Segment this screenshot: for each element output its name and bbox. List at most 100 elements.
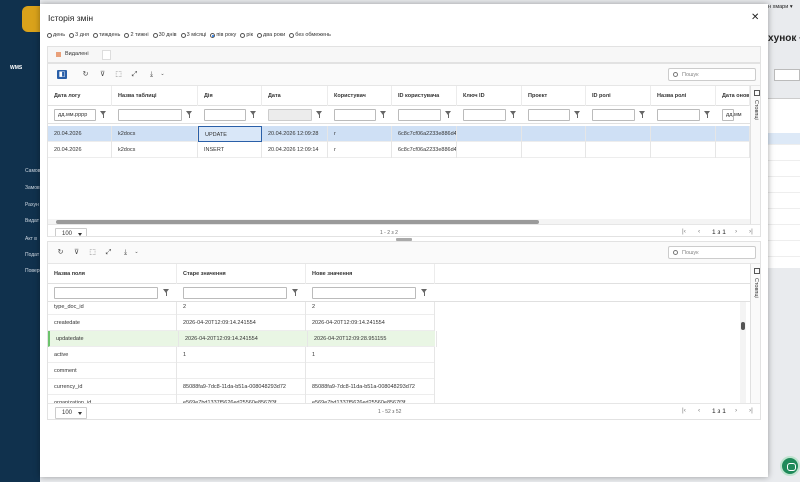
next-page-icon[interactable]: ›	[735, 228, 737, 235]
period-option[interactable]: без обмежень	[289, 32, 331, 38]
table-row[interactable]: updatedate 2026-04-20T12:09:14.241554 2026…	[48, 331, 437, 347]
layout-icon[interactable]: ◧	[57, 70, 67, 79]
period-option[interactable]: 3 дня	[69, 32, 89, 38]
scrollbar-thumb[interactable]	[741, 322, 745, 330]
refresh-icon[interactable]: ↻	[56, 248, 65, 257]
table-row[interactable]: createdate 2026-04-20T12:09:14.241554 2026…	[48, 315, 435, 331]
sidebar-subitem[interactable]: Подат	[25, 252, 40, 258]
table-row[interactable]: active 1 1	[48, 347, 435, 363]
last-page-icon[interactable]: ›|	[749, 228, 753, 235]
filter-icon[interactable]	[421, 289, 428, 296]
clear-filter-icon[interactable]: ⊽	[72, 248, 81, 257]
sidebar-subitem[interactable]: Самов	[25, 168, 40, 174]
column-filter-input[interactable]: дд.мм.рррр	[54, 109, 96, 121]
vertical-scrollbar[interactable]	[740, 302, 746, 403]
radio-button[interactable]	[289, 32, 295, 38]
column-filter-input[interactable]	[268, 109, 312, 121]
sidebar-subitem[interactable]: Видат	[25, 218, 40, 224]
prev-page-icon[interactable]: ‹	[698, 407, 700, 414]
column-filter-input[interactable]	[118, 109, 182, 121]
column-header[interactable]: Ключ ID	[457, 86, 522, 106]
filter-icon[interactable]	[250, 111, 257, 118]
period-option[interactable]: рік	[240, 32, 253, 38]
grid-search-input[interactable]: Пошук	[668, 246, 756, 259]
radio-button[interactable]	[210, 32, 216, 38]
column-header[interactable]: Користувач	[328, 86, 392, 106]
column-header[interactable]: Старе значення	[177, 264, 306, 284]
next-page-icon[interactable]: ›	[735, 407, 737, 414]
filter-icon[interactable]	[445, 111, 452, 118]
filter-icon[interactable]	[510, 111, 517, 118]
filter-icon[interactable]	[163, 289, 170, 296]
filter-icon[interactable]	[574, 111, 581, 118]
export-icon[interactable]: ⤓	[121, 248, 130, 257]
period-option[interactable]: день	[47, 32, 65, 38]
filter-icon[interactable]	[316, 111, 323, 118]
export-icon[interactable]: ⤓	[147, 70, 156, 79]
column-filter-input[interactable]	[183, 287, 287, 299]
column-header[interactable]: Назва поля	[48, 264, 177, 284]
radio-button[interactable]	[180, 32, 186, 38]
period-option[interactable]: два роки	[257, 32, 285, 38]
columns-side-tab[interactable]: Стовпці	[750, 264, 760, 403]
column-filter-input[interactable]	[592, 109, 635, 121]
filter-icon[interactable]	[186, 111, 193, 118]
table-row[interactable]: 20.04.2026 k2docs UPDATE 20.04.2026 12:09:2…	[48, 126, 750, 142]
column-header[interactable]: Дія	[198, 86, 262, 106]
column-filter-input[interactable]	[463, 109, 506, 121]
column-filter-input[interactable]	[54, 287, 158, 299]
sidebar-subitem[interactable]: Акт в	[25, 236, 40, 242]
refresh-icon[interactable]: ↻	[81, 70, 90, 79]
select-area-icon[interactable]: ⬚	[88, 248, 97, 257]
radio-button[interactable]	[257, 32, 262, 38]
deleted-checkbox[interactable]	[56, 52, 61, 57]
column-filter-input[interactable]	[657, 109, 700, 121]
column-header[interactable]: ID користувача	[392, 86, 457, 106]
prev-page-icon[interactable]: ‹	[698, 228, 700, 235]
period-option[interactable]: 30 днів	[152, 32, 177, 38]
grid-search-input[interactable]: Пошук	[668, 68, 756, 81]
column-header[interactable]: Назва таблиці	[112, 86, 198, 106]
period-option[interactable]: 2 тижні	[124, 32, 149, 38]
table-row[interactable]: organization_id e569e7bd1337f5626ed25560e…	[48, 395, 435, 403]
column-header[interactable]: Нове значення	[306, 264, 435, 284]
radio-button[interactable]	[124, 32, 130, 38]
chevron-down-icon[interactable]: ⌄	[132, 248, 141, 257]
filter-icon[interactable]	[100, 111, 107, 118]
filter-toggle-button[interactable]	[102, 50, 111, 60]
column-header[interactable]: Дата онов	[716, 86, 750, 106]
fullscreen-icon[interactable]: ⤢	[130, 70, 139, 79]
sidebar-subitem[interactable]: Поверн	[25, 268, 40, 274]
column-header[interactable]: ID ролі	[586, 86, 651, 106]
page-size-select[interactable]: 100	[55, 228, 87, 236]
period-option[interactable]: тиждень	[92, 32, 120, 38]
period-option[interactable]: пів року	[210, 32, 236, 38]
select-area-icon[interactable]: ⬚	[114, 70, 123, 79]
page-size-select[interactable]: 100	[55, 407, 87, 419]
column-filter-input[interactable]	[204, 109, 246, 121]
chevron-down-icon[interactable]: ⌄	[158, 70, 167, 79]
radio-button[interactable]	[47, 32, 52, 38]
user-menu[interactable]: н хмари ▾	[768, 4, 793, 10]
column-header[interactable]: Дата	[262, 86, 328, 106]
filter-icon[interactable]	[292, 289, 299, 296]
radio-button[interactable]	[240, 32, 246, 38]
sidebar-subitem[interactable]: Замов	[25, 185, 40, 191]
columns-side-tab[interactable]: Стовпці	[750, 86, 760, 224]
clear-filter-icon[interactable]: ⊽	[98, 70, 107, 79]
first-page-icon[interactable]: |‹	[682, 407, 686, 414]
column-filter-input[interactable]	[528, 109, 570, 121]
filter-icon[interactable]	[639, 111, 646, 118]
chat-button[interactable]	[780, 456, 800, 476]
column-header[interactable]: Назва ролі	[651, 86, 716, 106]
sidebar-subitem[interactable]: Рахун	[25, 202, 40, 208]
table-row[interactable]: currency_id 85088fa9-7dc8-11da-b51a-00804…	[48, 379, 435, 395]
radio-button[interactable]	[152, 32, 158, 38]
fullscreen-icon[interactable]: ⤢	[104, 248, 113, 257]
column-filter-input[interactable]	[334, 109, 376, 121]
first-page-icon[interactable]: |‹	[682, 228, 686, 235]
column-filter-input[interactable]	[398, 109, 441, 121]
table-row[interactable]: type_doc_id 2 2	[48, 302, 435, 315]
radio-button[interactable]	[69, 32, 75, 38]
close-icon[interactable]: ✕	[751, 13, 759, 23]
